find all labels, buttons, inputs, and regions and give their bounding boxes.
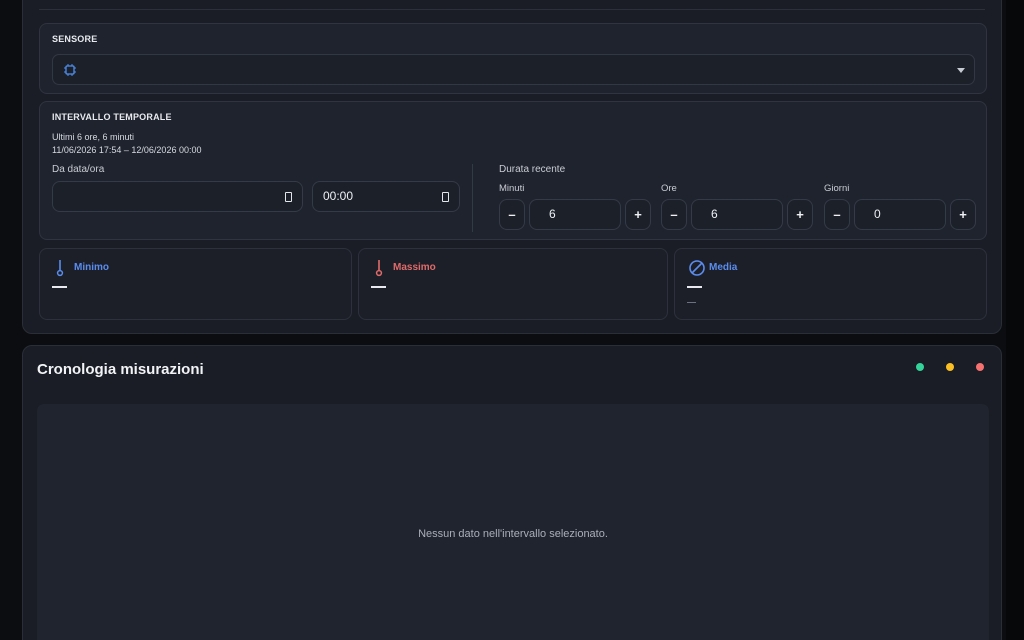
thermometer-low-icon [56,260,64,277]
minutes-decrement-button[interactable]: – [499,199,525,230]
interval-label: INTERVALLO TEMPORALE [52,112,172,122]
interval-summary: Ultimi 6 ore, 6 minuti [52,132,135,142]
empty-message: Nessun dato nell'intervallo selezionato. [418,528,608,540]
from-label: Da data/ora [52,164,105,175]
stat-card-max: Massimo [358,248,668,320]
yellow-dot-icon [946,363,954,371]
stat-card-min: Minimo [39,248,352,320]
chip-icon [64,64,76,76]
filters-panel: SENSORE INTERVALLO TEMPORALE Ultimi 6 or… [22,0,1002,334]
minutes-label: Minuti [499,183,525,194]
sensor-select[interactable] [52,54,975,85]
stat-title-avg: Media [709,262,738,273]
minutes-increment-button[interactable]: + [625,199,651,230]
history-panel: Cronologia misurazioni Nessun dato nell'… [22,345,1002,640]
hours-decrement-button[interactable]: – [661,199,687,230]
hours-label: Ore [661,183,677,194]
stat-card-avg: Media [674,248,987,320]
stat-title-max: Massimo [393,262,436,273]
recent-label: Durata recente [499,164,566,175]
interval-range: 11/06/2026 17:54 – 12/06/2026 00:00 [52,145,202,155]
days-decrement-button[interactable]: – [824,199,850,230]
chart-area: Nessun dato nell'intervallo selezionato. [37,404,989,640]
red-dot-icon [976,363,984,371]
stat-value-avg [687,286,702,288]
stat-value-min [52,286,67,288]
sensor-card: SENSORE [39,23,987,94]
date-input[interactable] [52,181,303,212]
window-edge [1006,0,1024,640]
stat-subvalue-avg [687,302,696,303]
minutes-input[interactable]: 6 [529,199,621,230]
vertical-divider [472,164,473,232]
days-increment-button[interactable]: + [950,199,976,230]
interval-card: INTERVALLO TEMPORALE Ultimi 6 ore, 6 min… [39,101,987,240]
history-title: Cronologia misurazioni [37,361,204,378]
chevron-down-icon [957,68,965,73]
page: SENSORE INTERVALLO TEMPORALE Ultimi 6 or… [0,0,1024,640]
stat-title-min: Minimo [74,262,109,273]
time-input[interactable]: 00:00 [312,181,460,212]
days-input[interactable]: 0 [854,199,946,230]
hours-increment-button[interactable]: + [787,199,813,230]
sensor-label: SENSORE [52,34,98,44]
calendar-icon[interactable] [285,192,292,202]
clock-icon[interactable] [442,192,449,202]
days-label: Giorni [824,183,850,194]
time-value: 00:00 [323,189,354,203]
stat-value-max [371,286,386,288]
average-icon [689,260,705,276]
green-dot-icon [916,363,924,371]
thermometer-high-icon [375,260,383,277]
divider [39,9,985,10]
hours-input[interactable]: 6 [691,199,783,230]
